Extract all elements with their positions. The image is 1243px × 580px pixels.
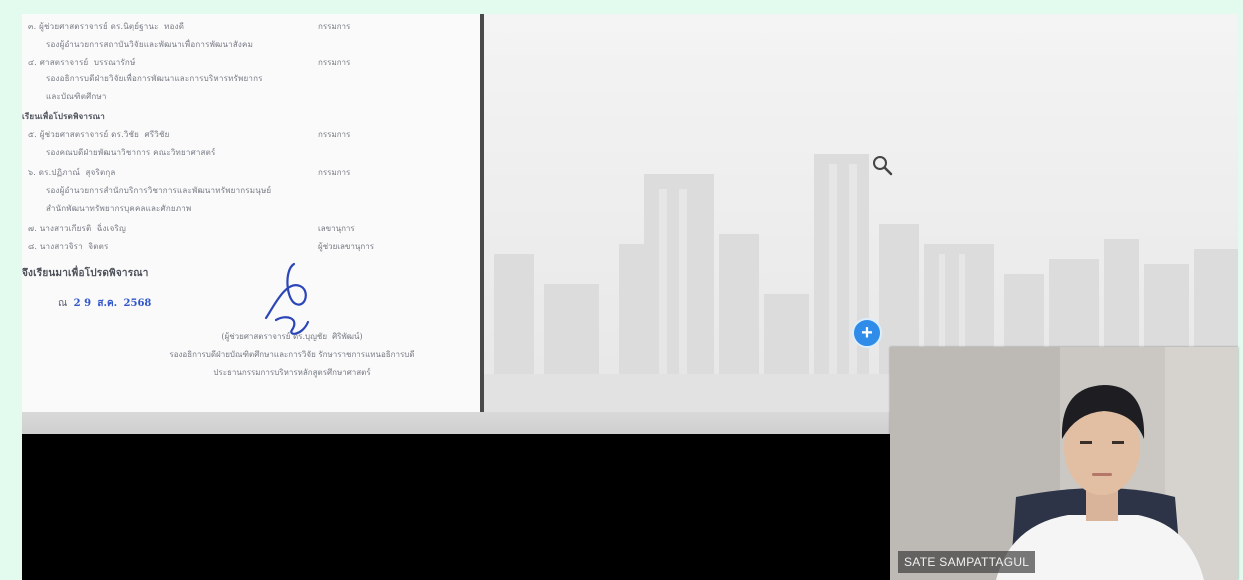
document-text-line: และบัณฑิตศึกษา	[46, 92, 107, 101]
document-text-line: รองผู้อำนวยการสำนักบริการวิชาการและพัฒนา…	[46, 186, 272, 195]
shared-screen: ๓. ผู้ช่วยศาสตราจารย์ ดร.นิตฺย์ฐานะ ทองด…	[22, 14, 1238, 580]
document-text-line: เรียนเพื่อโปรดพิจารณา	[22, 111, 105, 121]
signature-date: ณ 2 9 ส.ค. 2568	[58, 298, 152, 309]
participant-video-tile[interactable]: SATE SAMPATTAGUL	[890, 347, 1238, 580]
magnifier-icon[interactable]	[871, 154, 895, 178]
document-text-line: ๓. ผู้ช่วยศาสตราจารย์ ดร.นิตฺย์ฐานะ ทองด…	[28, 22, 185, 31]
document-text-line: ๘. นางสาวจิรา จิตตร	[28, 242, 109, 251]
document-role: ผู้ช่วยเลขานุการ	[318, 242, 374, 251]
document-text-line: ๔. ศาสตราจารย์ บรรณารักษ์	[28, 58, 136, 67]
document-text-line: ๕. ผู้ช่วยศาสตราจารย์ ดร.วิชัย ศรีวิชัย	[28, 130, 170, 139]
document-page: ๓. ผู้ช่วยศาสตราจารย์ ดร.นิตฺย์ฐานะ ทองด…	[22, 14, 480, 414]
plus-circle-icon[interactable]: +	[852, 318, 882, 348]
document-role: กรรมการ	[318, 130, 351, 139]
signature-name: (ผู้ช่วยศาสตราจารย์ ดร.บุญชัย ศิริพัฒน์)	[221, 332, 363, 341]
document-text-line: รองผู้อำนวยการสถาบันวิจัยและพัฒนาเพื่อกา…	[46, 40, 254, 49]
participant-name-label: SATE SAMPATTAGUL	[898, 551, 1036, 573]
document-role: กรรมการ	[318, 58, 351, 67]
document-text-line: รองคณบดีฝ่ายพัฒนาวิชาการ คณะวิทยาศาสตร์	[46, 148, 216, 157]
document-text-line: รองอธิการบดีฝ่ายวิจัยเพื่อการพัฒนาและการ…	[46, 74, 263, 83]
document-section-heading: จึงเรียนมาเพื่อโปรดพิจารณา	[22, 268, 149, 279]
signature-mark	[264, 262, 310, 335]
document-role: เลขานุการ	[318, 224, 355, 233]
pin-button-symbol: +	[861, 322, 873, 344]
document-role: กรรมการ	[318, 168, 351, 177]
document-text-line: ๖. ดร.ปฏิภาณ์ สุจริตกุล	[28, 168, 116, 177]
document-role: กรรมการ	[318, 22, 351, 31]
document-text-line: สำนักพัฒนาทรัพยากรบุคคลและศักยภาพ	[46, 204, 192, 213]
participant-video-feed	[890, 347, 1238, 580]
signature-title: ประธานกรรมการบริหารหลักสูตรศึกษาศาสตร์	[213, 368, 371, 377]
signature-title: รองอธิการบดีฝ่ายบัณฑิตศึกษาและการวิจัย ร…	[169, 350, 415, 359]
document-text-line: ๗. นางสาวเกียรติ ฉิ่งเจริญ	[28, 224, 126, 233]
